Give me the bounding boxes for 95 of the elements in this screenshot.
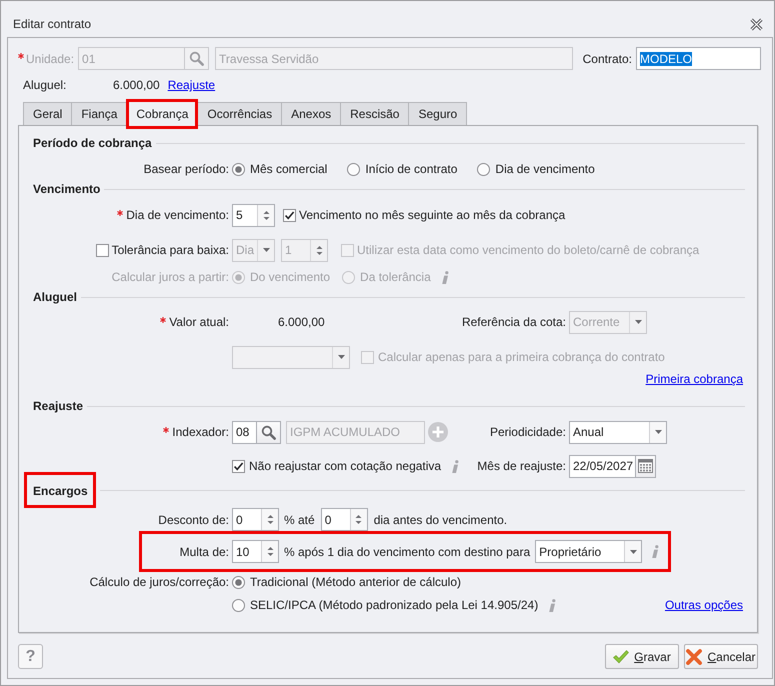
spin-button[interactable]	[257, 204, 274, 226]
label-text: % após 1 dia do vencimento com destino para	[284, 544, 530, 558]
field-label: Aluguel:	[23, 78, 68, 92]
check-icon	[613, 650, 630, 664]
up-down-arrows-icon	[355, 514, 362, 525]
checkbox-label: Calcular apenas para a primeira cobrança do contrato	[378, 350, 665, 364]
spinner-field[interactable]: 0	[232, 508, 279, 531]
calendar-button[interactable]	[635, 454, 656, 478]
section-heading: Reajuste	[33, 399, 84, 413]
caret-down-icon	[630, 550, 637, 554]
field-label: Multa de:	[180, 544, 229, 558]
section-heading: Aluguel	[33, 290, 77, 304]
tab[interactable]: Geral	[23, 102, 72, 125]
search-icon	[189, 51, 204, 66]
cancel-button[interactable]: Cancelar	[684, 644, 758, 669]
value-text: 6.000,00	[113, 78, 160, 92]
field-label: Cálculo de juros/correção:	[90, 575, 229, 589]
section-heading: Período de cobrança	[33, 136, 152, 150]
caret-down-icon	[654, 430, 662, 434]
radio-button[interactable]	[232, 576, 245, 588]
tab[interactable]: Seguro	[408, 102, 468, 125]
text-link[interactable]: Outras opções	[664, 598, 743, 612]
radio-button[interactable]	[347, 162, 360, 176]
label-text: dia antes do vencimento.	[374, 512, 508, 526]
field-label: Basear período:	[144, 162, 229, 176]
checkbox-label: Vencimento no mês seguinte ao mês da cobrança	[299, 208, 566, 222]
dropdown-button[interactable]	[649, 422, 666, 442]
up-down-arrows-icon	[316, 244, 322, 256]
close-icon	[750, 18, 763, 30]
spin-button[interactable]	[350, 509, 367, 530]
checkbox-label: Tolerância para baixa:	[112, 243, 229, 257]
info-icon	[651, 545, 660, 558]
caret-down-icon	[338, 355, 344, 359]
field-label: Contrato:	[582, 52, 632, 66]
tab[interactable]: Cobrança	[126, 99, 198, 129]
up-down-arrows-icon	[262, 210, 270, 220]
value-text: 6.000,00	[278, 315, 325, 329]
text-field[interactable]: MODELO	[636, 47, 761, 70]
label-text: % até	[284, 512, 315, 526]
spin-button[interactable]	[261, 509, 278, 530]
up-down-arrows-icon	[266, 514, 274, 525]
radio-button[interactable]	[232, 162, 245, 176]
radio-label: Início de contrato	[365, 162, 458, 176]
tab[interactable]: Ocorrências	[197, 102, 282, 125]
dropdown[interactable]: Proprietário	[535, 540, 642, 563]
field-label: Referência da cota:	[462, 315, 566, 329]
text-link[interactable]: Primeira cobrança	[646, 372, 743, 386]
save-button[interactable]: Gravar	[605, 644, 679, 669]
dropdown-button[interactable]	[624, 541, 642, 562]
tab[interactable]: Rescisão	[340, 102, 410, 125]
calendar-icon	[638, 459, 653, 473]
caret-down-icon	[634, 320, 642, 324]
spinner-field[interactable]: 0	[320, 508, 368, 531]
radio-label: SELIC/IPCA (Método padronizado pela Lei 14.905/24)	[250, 598, 538, 612]
info-icon	[548, 598, 556, 612]
radio-label: Mês comercial	[250, 162, 328, 176]
section-heading: Vencimento	[33, 182, 100, 196]
tab[interactable]: Anexos	[281, 102, 342, 125]
info-icon	[451, 460, 460, 472]
field-label: Dia de vencimento:	[126, 208, 229, 222]
radio-label: Dia de vencimento	[495, 162, 595, 176]
tab[interactable]: Fiança	[71, 102, 128, 125]
search-icon	[261, 424, 276, 440]
checkbox[interactable]	[283, 208, 296, 222]
close-button[interactable]	[750, 18, 763, 30]
field-label: Calcular juros a partir:	[112, 270, 229, 284]
up-down-arrows-icon	[266, 546, 274, 557]
field-label: Valor atual:	[169, 315, 229, 329]
field-label: Unidade:	[26, 52, 74, 66]
spinner-field[interactable]: 10	[232, 540, 279, 563]
field-label: Indexador:	[172, 425, 229, 439]
dropdown[interactable]: Anual	[569, 420, 667, 444]
checkbox[interactable]	[232, 460, 245, 472]
checkbox-label: Não reajustar com cotação negativa	[249, 459, 442, 473]
radio-button[interactable]	[232, 598, 245, 612]
section-heading: Encargos	[33, 484, 88, 498]
date-field[interactable]: 22/05/2027	[569, 454, 636, 478]
code-field[interactable]: 08	[232, 420, 257, 444]
radio-label: Do vencimento	[250, 270, 330, 284]
radio-label: Tradicional (Método anterior de cálculo)	[250, 575, 461, 589]
field-label: Periodicidade:	[490, 425, 566, 439]
search-button[interactable]	[184, 47, 210, 70]
radio-button[interactable]	[477, 162, 490, 176]
field-label: Mês de reajuste:	[477, 459, 566, 473]
caret-down-icon	[262, 248, 270, 252]
field-label: Desconto de:	[158, 512, 229, 526]
radio-label: Da tolerância	[360, 270, 431, 284]
spinner-field[interactable]: 5	[232, 204, 275, 226]
info-icon	[440, 270, 449, 284]
search-button[interactable]	[256, 420, 281, 444]
window-title: Editar contrato	[13, 17, 92, 31]
cross-icon	[686, 648, 702, 664]
text-link[interactable]: Reajuste	[168, 78, 216, 92]
checkbox-label: Utilizar esta data como vencimento do boleto/carnê de cobrança	[357, 243, 700, 257]
spin-button[interactable]	[261, 541, 278, 562]
